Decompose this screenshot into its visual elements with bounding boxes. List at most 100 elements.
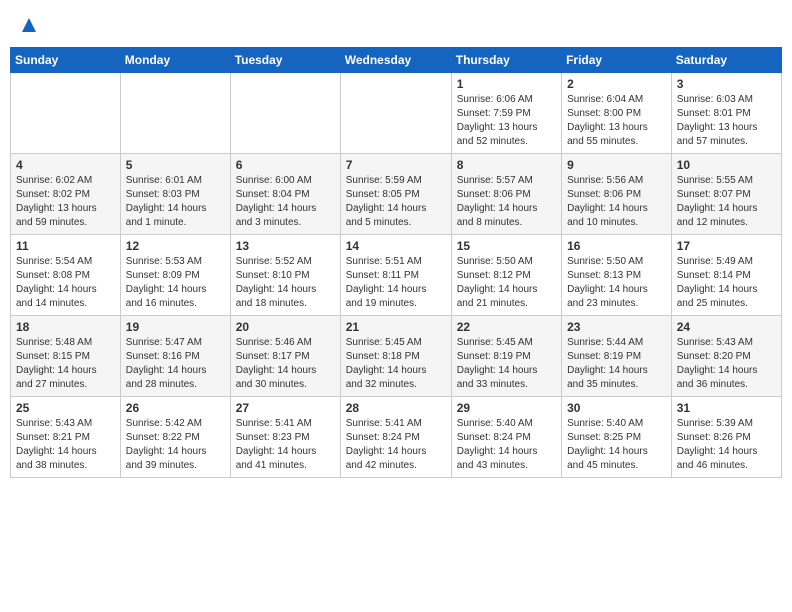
- cell-info: Sunrise: 5:53 AMSunset: 8:09 PMDaylight:…: [126, 255, 225, 311]
- day-number: 8: [457, 158, 556, 172]
- weekday-header-tuesday: Tuesday: [230, 48, 340, 73]
- cell-info: Sunrise: 5:43 AMSunset: 8:21 PMDaylight:…: [16, 417, 115, 473]
- day-number: 3: [677, 77, 776, 91]
- day-number: 4: [16, 158, 115, 172]
- cell-info: Sunrise: 6:02 AMSunset: 8:02 PMDaylight:…: [16, 174, 115, 230]
- day-number: 10: [677, 158, 776, 172]
- day-number: 23: [567, 320, 666, 334]
- calendar-cell: 31 Sunrise: 5:39 AMSunset: 8:26 PMDayligh…: [671, 397, 781, 478]
- day-number: 29: [457, 401, 556, 415]
- calendar-cell: 5 Sunrise: 6:01 AMSunset: 8:03 PMDaylight…: [120, 154, 230, 235]
- cell-info: Sunrise: 5:43 AMSunset: 8:20 PMDaylight:…: [677, 336, 776, 392]
- calendar-cell: [11, 73, 121, 154]
- weekday-header-friday: Friday: [562, 48, 672, 73]
- cell-info: Sunrise: 5:45 AMSunset: 8:19 PMDaylight:…: [457, 336, 556, 392]
- calendar-cell: 28Sunrise: 5:41 AMSunset: 8:24 PMDayligh…: [340, 397, 451, 478]
- day-number: 30: [567, 401, 666, 415]
- cell-info: Sunrise: 6:06 AMSunset: 7:59 PMDaylight:…: [457, 93, 556, 149]
- calendar-cell: 17 Sunrise: 5:49 AMSunset: 8:14 PMDayligh…: [671, 235, 781, 316]
- calendar-cell: 16 Sunrise: 5:50 AMSunset: 8:13 PMDayligh…: [562, 235, 672, 316]
- cell-info: Sunrise: 5:42 AMSunset: 8:22 PMDaylight:…: [126, 417, 225, 473]
- calendar-cell: 25 Sunrise: 5:43 AMSunset: 8:21 PMDayligh…: [11, 397, 121, 478]
- calendar-cell: 21Sunrise: 5:45 AMSunset: 8:18 PMDayligh…: [340, 316, 451, 397]
- cell-info: Sunrise: 5:40 AMSunset: 8:25 PMDaylight:…: [567, 417, 666, 473]
- cell-info: Sunrise: 5:51 AMSunset: 8:11 PMDaylight:…: [346, 255, 446, 311]
- cell-info: Sunrise: 5:47 AMSunset: 8:16 PMDaylight:…: [126, 336, 225, 392]
- cell-info: Sunrise: 5:50 AMSunset: 8:12 PMDaylight:…: [457, 255, 556, 311]
- cell-info: Sunrise: 5:56 AMSunset: 8:06 PMDaylight:…: [567, 174, 666, 230]
- calendar-cell: 22 Sunrise: 5:45 AMSunset: 8:19 PMDayligh…: [451, 316, 561, 397]
- calendar-cell: [120, 73, 230, 154]
- calendar-cell: 4 Sunrise: 6:02 AMSunset: 8:02 PMDaylight…: [11, 154, 121, 235]
- cell-info: Sunrise: 5:54 AMSunset: 8:08 PMDaylight:…: [16, 255, 115, 311]
- cell-info: Sunrise: 5:57 AMSunset: 8:06 PMDaylight:…: [457, 174, 556, 230]
- cell-info: Sunrise: 5:39 AMSunset: 8:26 PMDaylight:…: [677, 417, 776, 473]
- calendar-cell: 15 Sunrise: 5:50 AMSunset: 8:12 PMDayligh…: [451, 235, 561, 316]
- calendar-cell: 27 Sunrise: 5:41 AMSunset: 8:23 PMDayligh…: [230, 397, 340, 478]
- calendar-cell: 24 Sunrise: 5:43 AMSunset: 8:20 PMDayligh…: [671, 316, 781, 397]
- cell-info: Sunrise: 6:03 AMSunset: 8:01 PMDaylight:…: [677, 93, 776, 149]
- calendar-cell: 8 Sunrise: 5:57 AMSunset: 8:06 PMDaylight…: [451, 154, 561, 235]
- day-number: 18: [16, 320, 115, 334]
- day-number: 22: [457, 320, 556, 334]
- day-number: 13: [236, 239, 335, 253]
- calendar-cell: 13 Sunrise: 5:52 AMSunset: 8:10 PMDayligh…: [230, 235, 340, 316]
- calendar-cell: 18 Sunrise: 5:48 AMSunset: 8:15 PMDayligh…: [11, 316, 121, 397]
- day-number: 14: [346, 239, 446, 253]
- calendar-cell: 1 Sunrise: 6:06 AMSunset: 7:59 PMDaylight…: [451, 73, 561, 154]
- day-number: 11: [16, 239, 115, 253]
- day-number: 16: [567, 239, 666, 253]
- day-number: 17: [677, 239, 776, 253]
- logo-icon: [22, 18, 36, 37]
- day-number: 25: [16, 401, 115, 415]
- calendar-cell: 20Sunrise: 5:46 AMSunset: 8:17 PMDayligh…: [230, 316, 340, 397]
- day-number: 2: [567, 77, 666, 91]
- calendar-cell: 19 Sunrise: 5:47 AMSunset: 8:16 PMDayligh…: [120, 316, 230, 397]
- day-number: 15: [457, 239, 556, 253]
- day-number: 9: [567, 158, 666, 172]
- day-number: 5: [126, 158, 225, 172]
- day-number: 7: [346, 158, 446, 172]
- weekday-header-thursday: Thursday: [451, 48, 561, 73]
- calendar-cell: 29 Sunrise: 5:40 AMSunset: 8:24 PMDayligh…: [451, 397, 561, 478]
- day-number: 19: [126, 320, 225, 334]
- calendar-cell: 26 Sunrise: 5:42 AMSunset: 8:22 PMDayligh…: [120, 397, 230, 478]
- page-header: [10, 10, 782, 41]
- calendar-cell: 14 Sunrise: 5:51 AMSunset: 8:11 PMDayligh…: [340, 235, 451, 316]
- logo: [20, 18, 36, 37]
- day-number: 6: [236, 158, 335, 172]
- cell-info: Sunrise: 5:48 AMSunset: 8:15 PMDaylight:…: [16, 336, 115, 392]
- day-number: 1: [457, 77, 556, 91]
- day-number: 26: [126, 401, 225, 415]
- cell-info: Sunrise: 5:46 AMSunset: 8:17 PMDaylight:…: [236, 336, 335, 392]
- cell-info: Sunrise: 5:41 AMSunset: 8:23 PMDaylight:…: [236, 417, 335, 473]
- cell-info: Sunrise: 5:49 AMSunset: 8:14 PMDaylight:…: [677, 255, 776, 311]
- cell-info: Sunrise: 5:50 AMSunset: 8:13 PMDaylight:…: [567, 255, 666, 311]
- cell-info: Sunrise: 6:01 AMSunset: 8:03 PMDaylight:…: [126, 174, 225, 230]
- day-number: 31: [677, 401, 776, 415]
- calendar-cell: 11 Sunrise: 5:54 AMSunset: 8:08 PMDayligh…: [11, 235, 121, 316]
- weekday-header-saturday: Saturday: [671, 48, 781, 73]
- calendar-cell: 10 Sunrise: 5:55 AMSunset: 8:07 PMDayligh…: [671, 154, 781, 235]
- day-number: 27: [236, 401, 335, 415]
- day-number: 24: [677, 320, 776, 334]
- weekday-header-monday: Monday: [120, 48, 230, 73]
- calendar-cell: [340, 73, 451, 154]
- cell-info: Sunrise: 5:55 AMSunset: 8:07 PMDaylight:…: [677, 174, 776, 230]
- calendar-cell: 3 Sunrise: 6:03 AMSunset: 8:01 PMDaylight…: [671, 73, 781, 154]
- day-number: 21: [346, 320, 446, 334]
- calendar-cell: 6 Sunrise: 6:00 AMSunset: 8:04 PMDaylight…: [230, 154, 340, 235]
- calendar-cell: 7Sunrise: 5:59 AMSunset: 8:05 PMDaylight…: [340, 154, 451, 235]
- cell-info: Sunrise: 5:44 AMSunset: 8:19 PMDaylight:…: [567, 336, 666, 392]
- calendar-cell: [230, 73, 340, 154]
- cell-info: Sunrise: 6:00 AMSunset: 8:04 PMDaylight:…: [236, 174, 335, 230]
- weekday-header-sunday: Sunday: [11, 48, 121, 73]
- calendar-cell: 2 Sunrise: 6:04 AMSunset: 8:00 PMDaylight…: [562, 73, 672, 154]
- cell-info: Sunrise: 5:41 AMSunset: 8:24 PMDaylight:…: [346, 417, 446, 473]
- weekday-header-wednesday: Wednesday: [340, 48, 451, 73]
- cell-info: Sunrise: 6:04 AMSunset: 8:00 PMDaylight:…: [567, 93, 666, 149]
- cell-info: Sunrise: 5:52 AMSunset: 8:10 PMDaylight:…: [236, 255, 335, 311]
- calendar-table: SundayMondayTuesdayWednesdayThursdayFrid…: [10, 47, 782, 478]
- calendar-cell: 30 Sunrise: 5:40 AMSunset: 8:25 PMDayligh…: [562, 397, 672, 478]
- cell-info: Sunrise: 5:40 AMSunset: 8:24 PMDaylight:…: [457, 417, 556, 473]
